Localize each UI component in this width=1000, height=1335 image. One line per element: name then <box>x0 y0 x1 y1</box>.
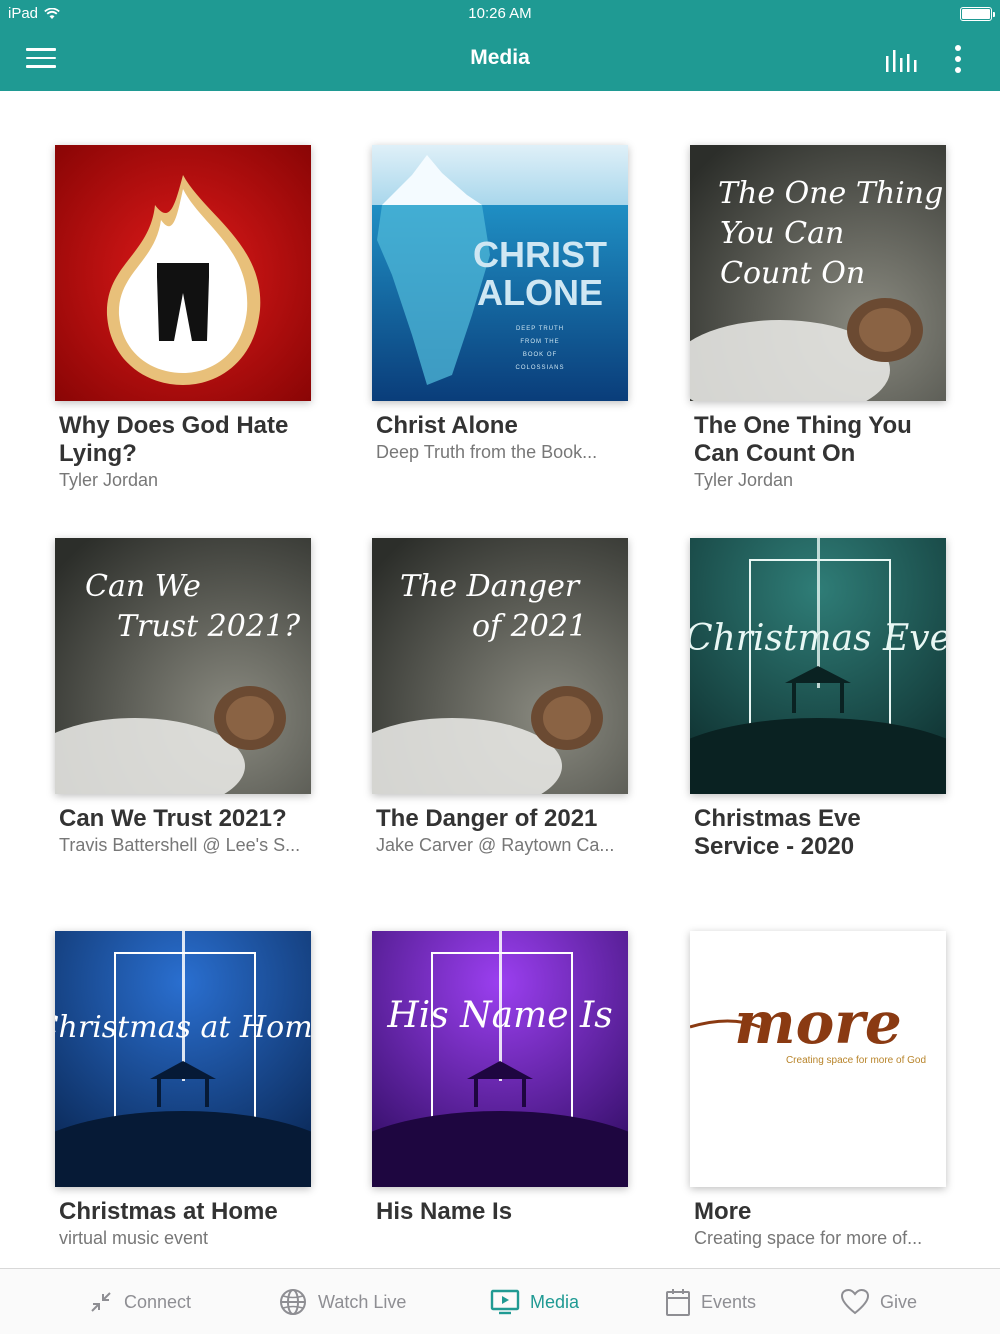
media-title: Why Does God Hate Lying? <box>59 412 289 467</box>
media-subtitle: Creating space for more of... <box>694 1228 923 1248</box>
audio-bars-icon[interactable] <box>884 48 918 72</box>
svg-text:BOOK OF: BOOK OF <box>523 352 557 358</box>
media-card[interactable]: Christmas Eve Christmas Eve Service - 20… <box>690 538 950 861</box>
svg-text:Trust 2021?: Trust 2021? <box>117 609 301 644</box>
art-script-line1: The One Thing <box>718 176 943 211</box>
media-subtitle: Tyler Jordan <box>59 470 159 490</box>
media-thumbnail[interactable]: His Name Is <box>372 931 628 1187</box>
media-title: More <box>694 1198 752 1225</box>
art-more-wordmark: more <box>734 989 902 1057</box>
media-card[interactable]: Why Does God Hate Lying? Tyler Jordan <box>55 145 315 492</box>
svg-text:Can We: Can We <box>85 569 201 604</box>
svg-text:of 2021: of 2021 <box>472 609 587 644</box>
tab-label: Events <box>701 1291 757 1312</box>
media-title: The Danger of 2021 <box>376 805 598 832</box>
tab-watch-live[interactable]: Watch Live <box>278 1269 406 1335</box>
connect-icon <box>91 1292 111 1312</box>
tab-label: Media <box>530 1291 580 1312</box>
media-subtitle: Tyler Jordan <box>694 470 794 490</box>
tab-media[interactable]: Media <box>490 1269 579 1335</box>
media-icon <box>490 1289 520 1315</box>
media-subtitle: Deep Truth from the Book... <box>376 442 598 462</box>
media-thumbnail[interactable] <box>55 145 311 401</box>
media-thumbnail[interactable]: Christmas Eve <box>690 538 946 794</box>
media-card[interactable]: more Creating space for more of God More… <box>690 931 950 1250</box>
page-title: Media <box>470 46 530 69</box>
media-title: His Name Is <box>376 1198 513 1225</box>
status-time: 10:26 AM <box>468 5 532 22</box>
media-subtitle: Travis Battershell @ Lee's S... <box>59 835 301 855</box>
calendar-icon <box>666 1289 690 1316</box>
more-options-icon[interactable] <box>948 44 968 74</box>
tab-label: Watch Live <box>318 1291 407 1312</box>
media-card[interactable]: His Name Is His Name Is <box>372 931 632 1226</box>
media-thumbnail[interactable]: The One Thing You Can Count On <box>690 145 946 401</box>
media-thumbnail[interactable]: more Creating space for more of God <box>690 931 946 1187</box>
media-grid: Why Does God Hate Lying? Tyler Jordan CH… <box>0 91 1000 1268</box>
media-thumbnail[interactable]: The Danger of 2021 <box>372 538 628 794</box>
art-title-line2: ALONE <box>477 272 603 313</box>
battery-icon <box>960 7 995 21</box>
media-card[interactable]: Can We Trust 2021? Can We Trust 2021? Tr… <box>55 538 315 857</box>
art-more-tagline: Creating space for more of God <box>786 1055 926 1066</box>
media-title: Can We Trust 2021? <box>59 805 287 832</box>
tab-events[interactable]: Events <box>665 1269 756 1335</box>
media-title: Christ Alone <box>376 412 518 439</box>
media-title: Christmas at Home <box>59 1198 278 1225</box>
tab-label: Give <box>880 1291 918 1312</box>
media-card[interactable]: Christmas at Home Christmas at Home virt… <box>55 931 315 1250</box>
media-subtitle: Jake Carver @ Raytown Ca... <box>376 835 615 855</box>
media-thumbnail[interactable]: CHRIST ALONE DEEP TRUTH FROM THE BOOK OF… <box>372 145 628 401</box>
heart-icon <box>840 1288 870 1315</box>
media-card[interactable]: The One Thing You Can Count On The One T… <box>690 145 950 492</box>
art-script-line3: Count On <box>720 256 865 291</box>
tab-give[interactable]: Give <box>840 1269 917 1335</box>
art-script-line2: You Can <box>720 216 844 251</box>
media-thumbnail[interactable]: Can We Trust 2021? <box>55 538 311 794</box>
svg-text:Christmas Eve: Christmas Eve <box>690 618 946 659</box>
globe-icon <box>280 1289 306 1315</box>
media-card[interactable]: The Danger of 2021 The Danger of 2021 Ja… <box>372 538 632 857</box>
status-bar: iPad 10:26 AM <box>0 0 1000 28</box>
svg-text:Christmas at Home: Christmas at Home <box>55 1010 311 1045</box>
media-subtitle: virtual music event <box>59 1228 209 1248</box>
bottom-tab-bar: Connect Watch Live Media Events Give <box>0 1268 1000 1334</box>
media-card[interactable]: CHRIST ALONE DEEP TRUTH FROM THE BOOK OF… <box>372 145 632 464</box>
media-title: The One Thing You Can Count On <box>694 412 912 467</box>
art-title-line1: CHRIST <box>473 234 607 275</box>
svg-text:DEEP TRUTH: DEEP TRUTH <box>516 326 564 332</box>
tab-connect[interactable]: Connect <box>88 1269 191 1335</box>
app-header: iPad 10:26 AM Media <box>0 0 1000 91</box>
svg-text:His Name Is: His Name Is <box>386 995 612 1036</box>
tab-label: Connect <box>124 1291 192 1312</box>
media-title: Christmas Eve Service - 2020 <box>694 805 861 860</box>
svg-text:COLOSSIANS: COLOSSIANS <box>515 365 564 371</box>
svg-text:FROM THE: FROM THE <box>520 339 559 345</box>
media-thumbnail[interactable]: Christmas at Home <box>55 931 311 1187</box>
navigation-bar: Media <box>0 28 1000 91</box>
svg-text:The Danger: The Danger <box>400 569 581 604</box>
